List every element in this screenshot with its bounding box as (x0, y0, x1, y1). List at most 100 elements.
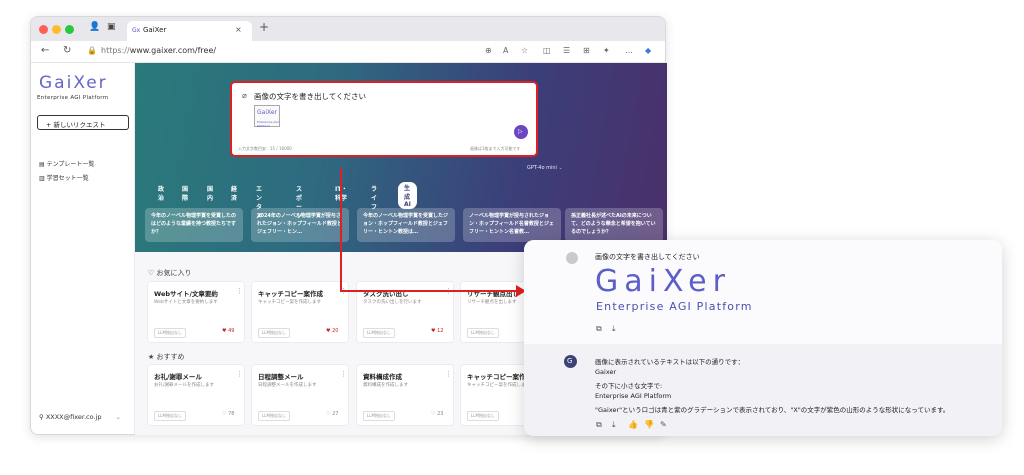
sidebar: GaiXer Enterprise AGI Platform + 新しいリクエス… (31, 63, 135, 434)
topic-card[interactable]: ノーベル物理学賞が授与されたジョン・ホップフィールド名誉教授とジェフリー・ヒント… (463, 208, 561, 242)
kebab-menu-icon[interactable]: ⋮ (236, 287, 243, 295)
reload-icon[interactable]: ↻ (63, 45, 71, 56)
heart-icon[interactable]: ♥ 12 (431, 328, 443, 334)
template-card[interactable]: 資料構成作成 資料構成を作成します ⋮ LLM独自なし ♡ 23 (356, 364, 454, 426)
attach-icon[interactable]: ⌀ (242, 91, 247, 100)
user-prompt-text: 画像の文字を書き出してください (595, 253, 700, 261)
logo-subtitle: Enterprise AGI Platform (37, 95, 109, 101)
template-card[interactable]: お礼/謝罪メール お礼/謝罪メールを作成します ⋮ LLM独自なし ♡ 78 (147, 364, 245, 426)
chevron-down-icon: ⌄ (115, 413, 121, 421)
read-aloud-icon[interactable]: A (503, 46, 508, 55)
card-badge: LLM独自なし (363, 411, 395, 421)
card-desc: リサーチ観点を出します (467, 300, 517, 305)
close-window-button[interactable] (39, 25, 48, 34)
tab-domestic[interactable]: 国内 (207, 184, 213, 202)
like-count: 78 (228, 411, 235, 417)
card-desc: キャッチコピー案を作成します (467, 383, 530, 388)
more-icon[interactable]: … (625, 46, 633, 55)
kebab-menu-icon[interactable]: ⋮ (340, 370, 347, 378)
card-badge: LLM独自なし (258, 328, 290, 338)
url-field[interactable]: https://www.gaixer.com/free/ (101, 46, 216, 55)
attached-image-thumbnail[interactable]: GaiXer Enterprise AGI Platform (254, 105, 280, 128)
tab-actions-icon[interactable]: ▣ (107, 22, 116, 32)
assistant-avatar: G (564, 355, 577, 368)
prompt-input[interactable]: 画像の文字を書き出してください (254, 91, 366, 102)
split-screen-icon[interactable]: ◫ (543, 46, 551, 55)
heart-icon[interactable]: ♥ 49 (222, 328, 234, 334)
thumbs-down-icon[interactable]: 👎 (644, 420, 654, 429)
favorites-icon[interactable]: ☰ (563, 46, 570, 55)
favorite-star-icon[interactable]: ☆ (521, 46, 528, 55)
heart-outline-icon[interactable]: ♡ 78 (222, 411, 234, 417)
tab-politics[interactable]: 政治 (158, 184, 164, 202)
char-count: 入力文字数目安：15 / 16000 (238, 146, 292, 151)
answer-line: その下に小さな文字で: (595, 382, 663, 390)
user-email: XXXX@fixer.co.jp (45, 413, 102, 421)
sidebar-item-learning-sets[interactable]: ▥ 学習セット一覧 (39, 173, 89, 182)
template-card[interactable]: キャッチコピー案作成 キャッチコピー案を作成します ⋮ LLM独自なし ♥ 20 (251, 281, 349, 343)
site-info-icon[interactable]: 🔒 (87, 46, 97, 55)
thumbs-up-icon[interactable]: 👍 (628, 420, 638, 429)
card-title: お礼/謝罪メール (154, 373, 202, 381)
tab-title: GaiXer (143, 26, 167, 34)
back-icon[interactable]: ← (41, 45, 49, 56)
user-account[interactable]: ⚲ XXXX@fixer.co.jp ⌄ (39, 413, 121, 421)
send-button[interactable]: ▷ (514, 125, 528, 139)
gaixer-logo[interactable]: GaiXer (39, 73, 108, 93)
heart-outline-icon[interactable]: ♡ 27 (326, 411, 338, 417)
like-count: 49 (228, 328, 235, 334)
card-title: 日程調整メール (258, 373, 304, 381)
copy-icon[interactable]: ⧉ (596, 324, 602, 334)
kebab-menu-icon[interactable]: ⋮ (236, 370, 243, 378)
like-count: 27 (332, 411, 339, 417)
maximize-window-button[interactable] (65, 25, 74, 34)
download-icon[interactable]: ⤓ (612, 420, 616, 430)
attached-image-subtitle: Enterprise AGI Platform (596, 300, 753, 313)
tab-international[interactable]: 国際 (182, 184, 188, 202)
card-desc: Webサイトと文章を要約します (154, 300, 218, 305)
topic-card[interactable]: 今年のノーベル物理学賞を受賞したのはどのような業績を持つ教授たちですか？ (145, 208, 243, 242)
sidebar-item-templates[interactable]: ▤ テンプレート一覧 (39, 159, 94, 168)
heart-icon[interactable]: ♥ 20 (326, 328, 338, 334)
feedback-icon[interactable]: ✎ (660, 420, 667, 429)
card-desc: 資料構成を作成します (363, 383, 408, 388)
card-title: キャッチコピー案作成 (467, 373, 532, 381)
copilot-icon[interactable]: ◆ (645, 46, 651, 55)
url-host: www.gaixer.com/free/ (129, 46, 217, 55)
download-icon[interactable]: ⤓ (612, 324, 616, 334)
card-badge: LLM独自なし (258, 411, 290, 421)
extension-icon[interactable]: ✦ (603, 46, 610, 55)
template-card[interactable]: 日程調整メール 日程調整メールを作成します ⋮ LLM独自なし ♡ 27 (251, 364, 349, 426)
answer-line: "Gaixer"というロゴは青と紫のグラデーションで表示されており、"X"の文字… (595, 406, 950, 414)
answer-line: Gaixer (595, 368, 617, 376)
browser-tab[interactable]: Gx GaiXer × (127, 21, 252, 41)
minimize-window-button[interactable] (52, 25, 61, 34)
topic-card[interactable]: 孫正義社長が述べたAIの未来について、どのような懸念と希望を抱いているのでしょう… (565, 208, 663, 242)
tab-life[interactable]: ライフ (371, 184, 377, 211)
profile-icon[interactable]: 👤 (89, 22, 100, 32)
user-avatar (566, 252, 578, 264)
model-selector[interactable]: GPT-4o mini ⌄ (527, 165, 563, 171)
favorites-heading: ♡ お気に入り (148, 269, 192, 277)
connector-line-horizontal (340, 290, 520, 292)
zoom-icon[interactable]: ⊕ (485, 46, 492, 55)
sidebar-item-label: 学習セット一覧 (46, 175, 89, 182)
template-card[interactable]: Webサイト/文章要約 Webサイトと文章を要約します ⋮ LLM独自なし ♥ … (147, 281, 245, 343)
learning-set-icon: ▥ (39, 175, 47, 182)
card-desc: タスクの洗い出しを行います (363, 300, 422, 305)
copy-icon[interactable]: ⧉ (596, 420, 602, 430)
tab-generative-ai[interactable]: 生成AI (398, 182, 417, 209)
tab-close-icon[interactable]: × (235, 25, 242, 34)
tab-economy[interactable]: 経済 (231, 184, 237, 202)
topic-card[interactable]: 2024年のノーベル物理学賞が授与されたジョン・ホップフィールド教授とジェフリー… (251, 208, 349, 242)
topic-card[interactable]: 今年のノーベル物理学賞を受賞したジョン・ホップフィールド教授とジェフリー・ヒント… (357, 208, 455, 242)
attached-image-logo: GaiXer (595, 264, 731, 299)
collections-icon[interactable]: ⊞ (583, 46, 590, 55)
answer-line: 画像に表示されているテキストは以下の通りです： (595, 358, 745, 366)
new-request-button[interactable]: + 新しいリクエスト (37, 115, 129, 130)
kebab-menu-icon[interactable]: ⋮ (445, 370, 452, 378)
zoomed-chat-panel: 画像の文字を書き出してください GaiXer Enterprise AGI Pl… (524, 240, 1002, 436)
heart-outline-icon[interactable]: ♡ 23 (431, 411, 443, 417)
new-tab-button[interactable]: + (259, 20, 269, 34)
prompt-input-box[interactable]: ⌀ 画像の文字を書き出してください GaiXer Enterprise AGI … (230, 81, 538, 157)
